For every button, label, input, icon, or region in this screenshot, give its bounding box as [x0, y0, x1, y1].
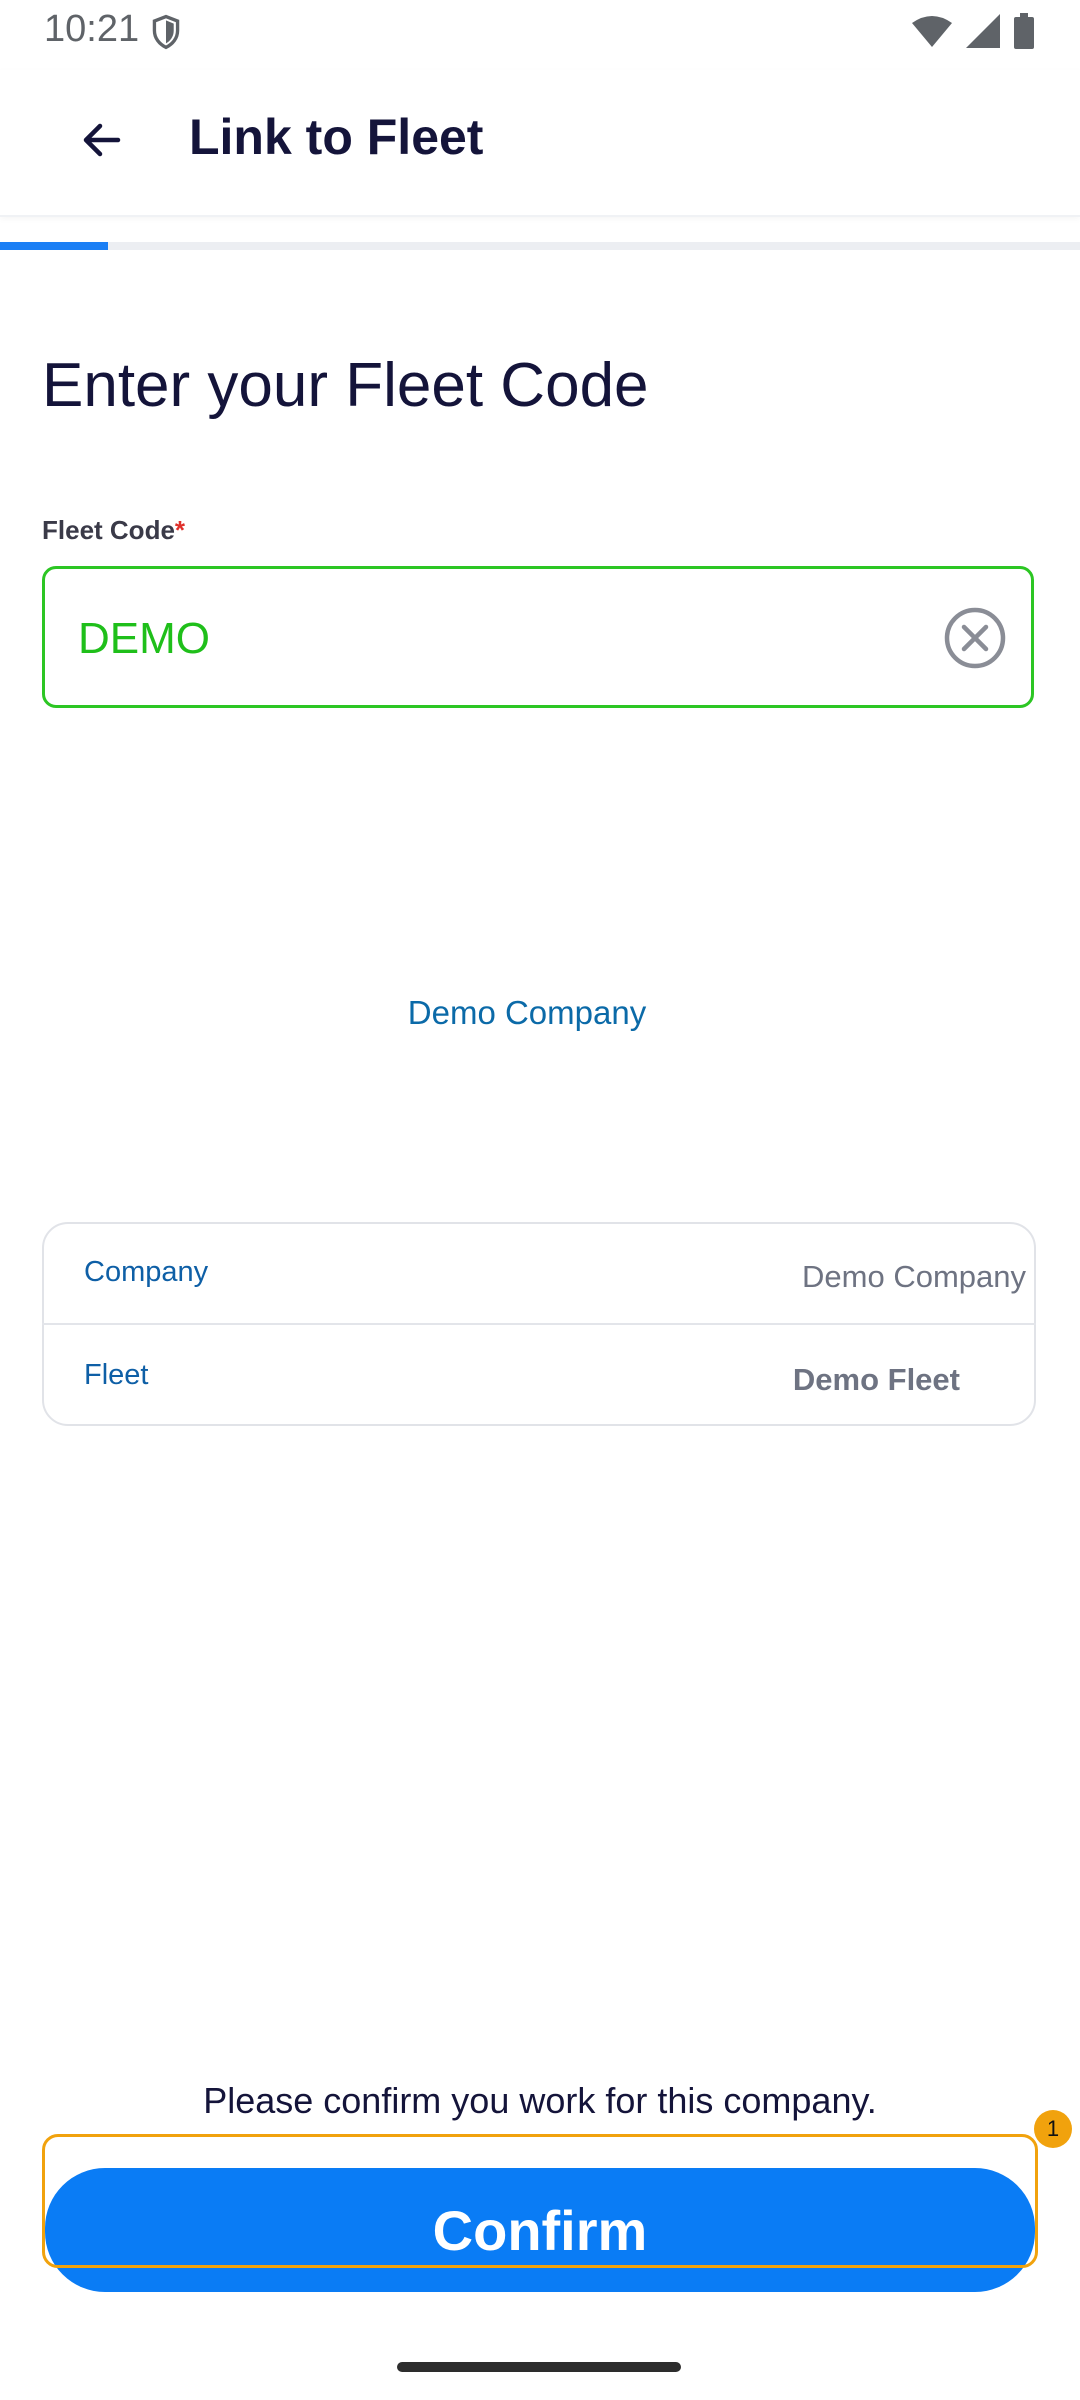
fleet-value: Demo Fleet — [792, 1362, 960, 1397]
confirm-prompt: Please confirm you work for this company… — [203, 2080, 877, 2121]
fleet-label: Fleet — [84, 1359, 149, 1391]
company-value: Demo Company — [802, 1259, 1026, 1294]
fleet-code-value[interactable]: DEMO — [78, 614, 210, 664]
progress-track — [0, 242, 1080, 250]
company-label: Company — [84, 1256, 209, 1288]
back-button[interactable] — [72, 110, 132, 170]
step-badge: 1 — [1034, 2110, 1072, 2148]
wifi-icon — [912, 16, 952, 47]
progress-fill — [0, 242, 108, 250]
highlight-outline — [42, 2134, 1038, 2268]
shield-icon — [152, 14, 180, 50]
home-indicator[interactable] — [397, 2362, 681, 2372]
required-asterisk: * — [174, 515, 186, 545]
fleet-code-label: Fleet Code* — [42, 515, 186, 545]
clear-icon[interactable] — [943, 606, 1007, 670]
arrow-left-icon — [83, 123, 121, 157]
battery-icon — [1014, 13, 1034, 49]
company-name-link: Demo Company — [407, 994, 647, 1031]
status-time: 10:21 — [44, 8, 140, 50]
app-bar — [0, 70, 1080, 217]
section-heading: Enter your Fleet Code — [42, 351, 649, 420]
cellular-signal-icon — [966, 14, 1000, 48]
card-divider — [42, 1323, 1036, 1325]
page-title: Link to Fleet — [189, 109, 484, 165]
status-icons — [912, 12, 1034, 50]
